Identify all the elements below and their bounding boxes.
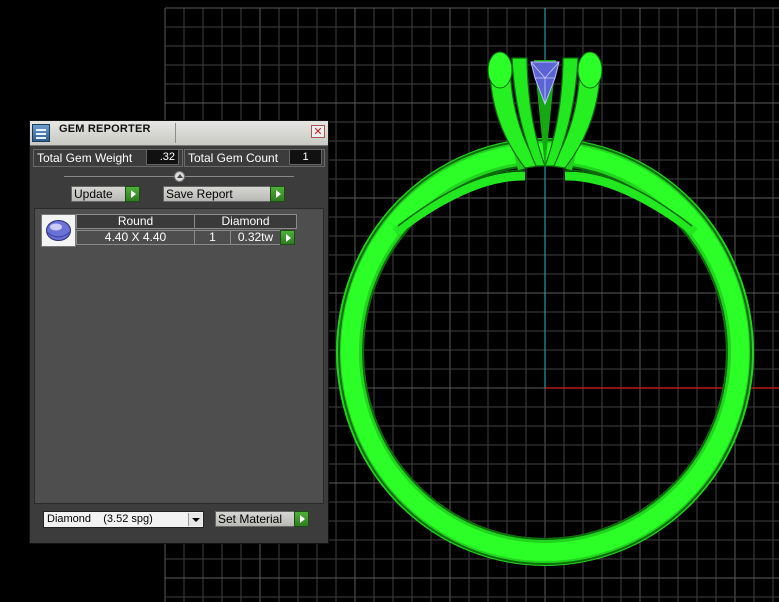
dropdown-arrow-icon[interactable] (188, 513, 202, 526)
total-gem-count-label: Total Gem Count (188, 151, 279, 165)
gem-reporter-app-icon (32, 124, 50, 142)
save-report-button[interactable]: Save Report (163, 186, 271, 202)
panel-titlebar[interactable]: GEM REPORTER ✕ (30, 121, 328, 146)
titlebar-divider (175, 123, 176, 143)
round-gem-icon[interactable] (41, 214, 76, 247)
set-material-button[interactable]: Set Material (215, 511, 295, 527)
play-arrow-icon[interactable] (125, 186, 140, 202)
panel-title: GEM REPORTER (59, 123, 151, 135)
material-select-value: Diamond (3.52 spg) (47, 513, 153, 525)
collapse-arrow-icon[interactable] (174, 171, 185, 182)
close-icon[interactable]: ✕ (311, 125, 325, 138)
material-select[interactable]: Diamond (3.52 spg) (43, 511, 204, 528)
total-gem-weight-field: .32 (146, 149, 179, 165)
total-gem-weight-label: Total Gem Weight (37, 151, 133, 165)
play-arrow-icon[interactable] (280, 230, 295, 245)
play-arrow-icon[interactable] (270, 186, 285, 202)
gem-size-cell: 4.40 X 4.40 (76, 230, 195, 245)
play-arrow-icon[interactable] (294, 511, 309, 527)
gem-shape-header: Round (76, 214, 195, 229)
total-gem-count-field: 1 (289, 149, 322, 165)
gem-list[interactable]: Round Diamond 4.40 X 4.40 1 0.32tw (34, 208, 324, 504)
update-button[interactable]: Update (71, 186, 126, 202)
gem-count-cell: 1 (194, 230, 231, 245)
gem-reporter-panel: GEM REPORTER ✕ Total Gem Weight .32 Tota… (29, 120, 329, 544)
gem-weight-cell: 0.32tw (230, 230, 281, 245)
gem-type-header: Diamond (194, 214, 297, 229)
